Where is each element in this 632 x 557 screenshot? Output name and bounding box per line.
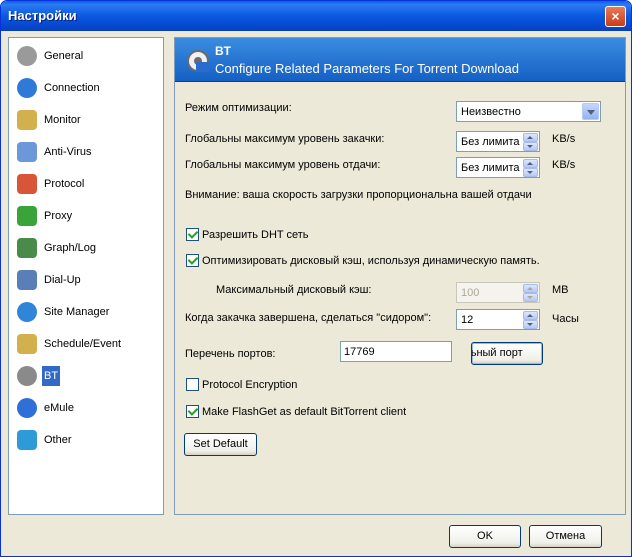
settings-window: Настройки × General Connection Monitor A… [0,0,632,557]
spinner-value: Без лимита [461,136,520,148]
sidebar-item-emule[interactable]: eMule [13,394,161,422]
encryption-checkbox[interactable] [186,378,199,391]
shield-icon [17,142,37,162]
disk-cache-checkbox[interactable] [186,254,199,267]
ports-value: 17769 [344,346,375,358]
sidebar-item-bt[interactable]: BT [13,362,161,390]
panel-title: BT [215,44,231,58]
chevron-down-icon[interactable] [582,103,599,120]
seed-time-label: Когда закачка завершена, сделаться "сидо… [185,312,432,324]
sidebar-item-protocol[interactable]: Protocol [13,170,161,198]
ports-input[interactable]: 17769 [340,341,452,362]
dialup-icon [17,270,37,290]
check-icon [17,430,37,450]
sidebar-item-label: Graph/Log [44,242,96,254]
window-title: Настройки [8,8,77,23]
upload-limit-spinner[interactable]: Без лимита [456,157,540,178]
seed-time-spinner[interactable]: 12 [456,309,540,330]
graph-icon [17,238,37,258]
max-cache-unit: MB [552,284,569,296]
close-button[interactable]: × [605,6,626,27]
download-limit-spinner[interactable]: Без лимита [456,131,540,152]
max-cache-spinner: 100 [456,282,540,303]
default-client-label: Make FlashGet as default BitTorrent clie… [202,406,407,418]
random-port-button[interactable]: Произвольный порт [471,342,543,365]
seed-time-unit: Часы [552,313,579,325]
cancel-button[interactable]: Отмена [529,525,602,548]
gear-icon [17,46,37,66]
bt-gear-icon [187,50,210,72]
sidebar-item-label: BT [44,370,59,382]
spin-up-icon[interactable] [523,311,538,320]
default-client-checkbox[interactable] [186,405,199,418]
set-default-button[interactable]: Set Default [184,433,257,456]
sidebar-item-antivirus[interactable]: Anti-Virus [13,138,161,166]
sidebar-item-label: General [44,50,84,62]
dht-label: Разрешить DHT сеть [202,229,309,241]
protocol-icon [17,174,37,194]
sidebar-item-other[interactable]: Other [13,426,161,454]
sidebar-item-label: Anti-Virus [44,146,92,158]
sidebar-item-label: Proxy [44,210,73,222]
bt-settings-panel: BT Configure Related Parameters For Torr… [174,37,626,515]
sidebar-item-label: Monitor [44,114,81,126]
sidebar-item-dialup[interactable]: Dial-Up [13,266,161,294]
bt-gear-icon [17,366,37,386]
schedule-icon [17,334,37,354]
upload-limit-label: Глобальны максимум уровень отдачи: [185,159,381,171]
sidebar-item-label: Schedule/Event [44,338,122,350]
globe-icon [17,78,37,98]
site-manager-icon [17,302,37,322]
select-value: Неизвестно [461,106,521,118]
title-bar: Настройки × [1,1,631,31]
sidebar-item-label: Connection [44,82,100,94]
spin-up-icon[interactable] [523,133,538,142]
sidebar-item-label: Site Manager [44,306,110,318]
download-unit: KB/s [552,133,576,145]
sidebar-item-general[interactable]: General [13,42,161,70]
panel-subtitle: Configure Related Parameters For Torrent… [215,61,519,76]
sidebar-item-schedule-event[interactable]: Schedule/Event [13,330,161,358]
settings-sidebar: General Connection Monitor Anti-Virus Pr… [8,37,164,515]
spin-down-icon[interactable] [523,320,538,329]
spinner-value: 100 [461,287,480,299]
sidebar-item-graph-log[interactable]: Graph/Log [13,234,161,262]
download-limit-label: Глобальны максимум уровень закачки: [185,133,385,145]
panel-header: BT Configure Related Parameters For Torr… [175,38,625,82]
spin-down-icon [523,293,538,302]
sidebar-item-connection[interactable]: Connection [13,74,161,102]
sidebar-item-label: eMule [44,402,74,414]
optimization-mode-select[interactable]: Неизвестно [456,101,601,122]
ok-button[interactable]: OK [449,525,521,548]
speed-warning: Внимание: ваша скорость загрузки пропорц… [185,189,532,201]
proxy-icon [17,206,37,226]
optimization-mode-label: Режим оптимизации: [185,102,292,114]
monitor-icon [17,110,37,130]
emule-icon [17,398,37,418]
sidebar-item-label: Other [44,434,72,446]
sidebar-item-monitor[interactable]: Monitor [13,106,161,134]
sidebar-item-label: Protocol [44,178,85,190]
random-port-label: Произвольный порт [471,347,523,359]
encryption-label: Protocol Encryption [202,379,298,391]
ports-label: Перечень портов: [185,348,276,360]
upload-unit: KB/s [552,159,576,171]
spin-up-icon[interactable] [523,159,538,168]
spin-up-icon [523,284,538,293]
max-cache-label: Максимальный дисковый кэш: [216,284,372,296]
dht-checkbox[interactable] [186,228,199,241]
disk-cache-label: Оптимизировать дисковый кэш, используя д… [202,255,540,267]
spinner-value: 12 [461,314,474,326]
sidebar-item-site-manager[interactable]: Site Manager [13,298,161,326]
sidebar-item-label: Dial-Up [44,274,81,286]
spin-down-icon[interactable] [523,142,538,151]
sidebar-item-proxy[interactable]: Proxy [13,202,161,230]
spin-down-icon[interactable] [523,168,538,177]
spinner-value: Без лимита [461,162,520,174]
